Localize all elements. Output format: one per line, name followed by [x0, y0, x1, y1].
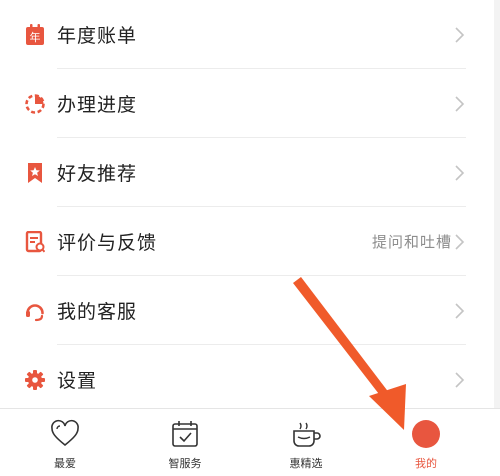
feedback-doc-icon [24, 230, 46, 253]
chevron-right-icon [455, 233, 465, 250]
right-edge-strip [494, 0, 500, 475]
calendar-year-icon: 年 [24, 23, 46, 46]
tab-smart-service[interactable]: 智服务 [145, 409, 225, 476]
headset-icon [24, 300, 46, 322]
menu-item-feedback[interactable]: 评价与反馈 提问和吐槽 [0, 207, 500, 276]
menu-item-friend-referral[interactable]: 好友推荐 [0, 138, 500, 207]
year-badge-char: 年 [30, 30, 41, 44]
bookmark-star-icon [24, 162, 46, 184]
chevron-right-icon [455, 302, 465, 319]
menu-item-customer-service[interactable]: 我的客服 [0, 276, 500, 345]
menu-item-label: 好友推荐 [57, 163, 138, 185]
chevron-right-icon [455, 371, 465, 388]
menu-item-label: 设置 [57, 370, 98, 392]
gear-icon [24, 369, 46, 391]
menu-item-progress[interactable]: 办理进度 [0, 69, 500, 138]
tab-label: 智服务 [168, 457, 202, 470]
heart-icon [51, 419, 79, 447]
feedback-hint: 提问和吐槽 [371, 233, 452, 251]
tab-label: 惠精选 [289, 457, 323, 470]
menu-item-annual-bill[interactable]: 年 年度账单 [0, 0, 500, 69]
tab-label: 我的 [415, 457, 437, 470]
menu-item-label: 办理进度 [57, 94, 138, 116]
chevron-right-icon [455, 164, 465, 181]
tab-label: 最爱 [54, 457, 76, 470]
chevron-right-icon [455, 26, 465, 43]
profile-dot-icon [412, 420, 440, 448]
menu-item-label: 我的客服 [57, 301, 138, 323]
menu-item-label: 评价与反馈 [57, 232, 158, 254]
menu-item-label: 年度账单 [57, 25, 138, 47]
tab-favorites[interactable]: 最爱 [25, 409, 105, 476]
progress-ring-icon [24, 93, 46, 115]
tab-deals[interactable]: 惠精选 [266, 409, 346, 476]
cup-icon [293, 422, 321, 447]
menu-item-settings[interactable]: 设置 [0, 345, 500, 414]
calendar-check-icon [172, 421, 198, 447]
bottom-tab-bar: 最爱 智服务 惠精选 我的 [0, 408, 500, 476]
chevron-right-icon [455, 95, 465, 112]
tab-mine[interactable]: 我的 [386, 409, 466, 476]
